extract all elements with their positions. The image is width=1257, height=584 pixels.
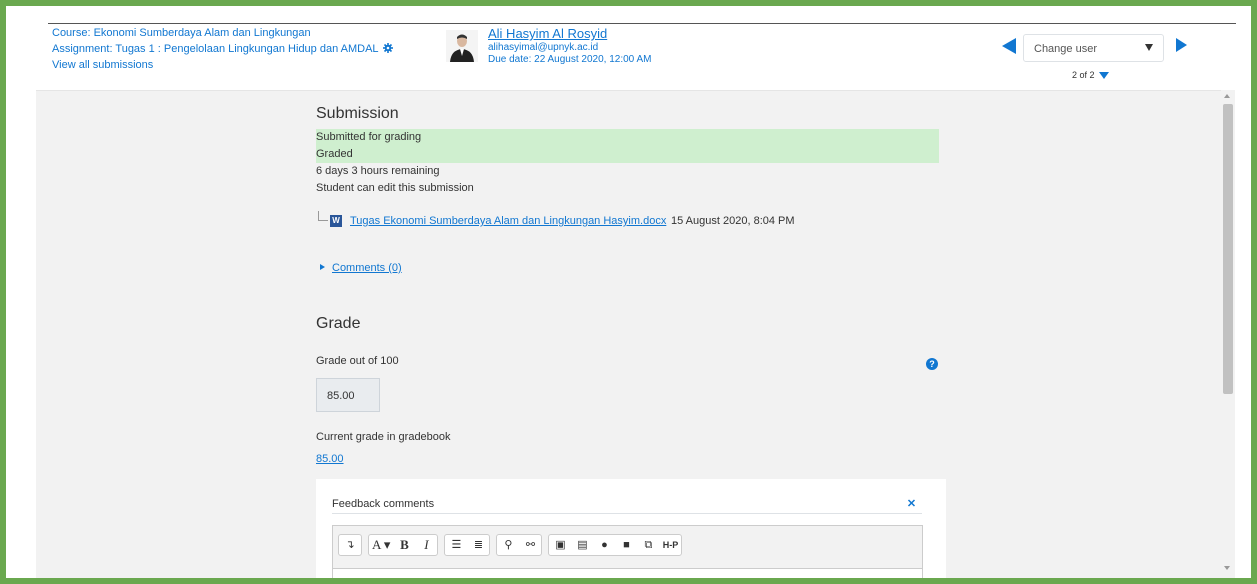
pager-count: 2 of 2 — [1072, 70, 1095, 80]
bold-button[interactable]: B — [393, 535, 415, 555]
unordered-list-icon[interactable]: ☰ — [445, 535, 467, 555]
file-link[interactable]: Tugas Ekonomi Sumberdaya Alam dan Lingku… — [350, 215, 666, 227]
feedback-editor: ↴ A ▾ B I ☰ ≣ ⚲ ⚯ ▣ ▤ ● ■ ⧉ H-P — [332, 525, 923, 578]
feedback-divider — [332, 513, 922, 514]
user-name-link[interactable]: Ali Hasyim Al Rosyid — [488, 26, 651, 42]
record-video-icon[interactable]: ■ — [615, 535, 637, 555]
file-date: 15 August 2020, 8:04 PM — [671, 215, 795, 227]
feedback-title: Feedback comments — [332, 498, 435, 510]
record-audio-icon[interactable]: ● — [593, 535, 615, 555]
font-style-label: A — [372, 537, 381, 552]
gear-icon[interactable] — [382, 43, 393, 53]
feedback-card: Feedback comments ✕ ↴ A ▾ B I ☰ ≣ ⚲ ⚯ ▣ ▤ ● ■ ⧉ H-P — [316, 479, 946, 578]
unlink-icon[interactable]: ⚯ — [519, 535, 541, 555]
change-user-label: Change user — [1034, 43, 1097, 55]
scroll-up-arrow-icon[interactable] — [1224, 94, 1230, 98]
scroll-down-arrow-icon[interactable] — [1224, 566, 1230, 570]
grade-heading: Grade — [316, 315, 361, 332]
view-all-submissions-link[interactable]: View all submissions — [52, 57, 393, 73]
avatar[interactable] — [446, 30, 478, 62]
tree-connector — [318, 211, 328, 221]
status-graded: Graded — [316, 148, 353, 160]
next-user-arrow-icon[interactable] — [1176, 38, 1187, 52]
time-remaining: 6 days 3 hours remaining — [316, 165, 440, 177]
help-icon[interactable]: ? — [926, 358, 938, 370]
scroll-thumb[interactable] — [1223, 104, 1233, 394]
assignment-link-label: Assignment: Tugas 1 : Pengelolaan Lingku… — [52, 43, 379, 55]
right-margin — [1235, 90, 1251, 578]
user-photo-icon — [446, 30, 478, 62]
change-user-select[interactable]: Change user — [1023, 34, 1164, 62]
chevron-down-icon — [1145, 44, 1153, 51]
filter-icon[interactable] — [1099, 72, 1110, 79]
user-email: alihasyimal@upnyk.ac.id — [488, 42, 599, 53]
manage-files-icon[interactable]: ⧉ — [637, 535, 659, 555]
font-style-button[interactable]: A ▾ — [369, 535, 393, 555]
collapse-toolbar-icon[interactable]: ↴ — [339, 535, 361, 555]
media-icon[interactable]: ▤ — [571, 535, 593, 555]
course-info: Course: Ekonomi Sumberdaya Alam dan Ling… — [52, 25, 393, 73]
link-icon[interactable]: ⚲ — [497, 535, 519, 555]
comments-label: Comments (0) — [332, 262, 402, 274]
caret-right-icon — [320, 264, 325, 270]
toolbar-group-collapse: ↴ — [338, 534, 362, 556]
current-grade-label: Current grade in gradebook — [316, 431, 451, 443]
edit-note: Student can edit this submission — [316, 182, 474, 194]
current-grade-link[interactable]: 85.00 — [316, 453, 344, 465]
vertical-scrollbar[interactable] — [1221, 90, 1235, 578]
pager: 2 of 2 — [1072, 70, 1110, 80]
grade-out-label: Grade out of 100 — [316, 355, 399, 367]
h5p-button[interactable]: H-P — [659, 535, 681, 555]
grade-input[interactable]: 85.00 — [316, 378, 380, 412]
page-frame: Course: Ekonomi Sumberdaya Alam dan Ling… — [6, 6, 1251, 578]
toolbar-group-links: ⚲ ⚯ — [496, 534, 543, 556]
editor-toolbar: ↴ A ▾ B I ☰ ≣ ⚲ ⚯ ▣ ▤ ● ■ ⧉ H-P — [338, 534, 688, 556]
word-document-icon: W — [330, 215, 342, 227]
due-date: Due date: 22 August 2020, 12:00 AM — [488, 54, 652, 65]
submission-heading: Submission — [316, 105, 399, 122]
assignment-link[interactable]: Assignment: Tugas 1 : Pengelolaan Lingku… — [52, 41, 393, 57]
toolbar-group-format: A ▾ B I — [368, 534, 439, 556]
grader-header: Course: Ekonomi Sumberdaya Alam dan Ling… — [6, 24, 1251, 90]
expand-icon[interactable]: ✕ — [906, 499, 917, 510]
toolbar-group-lists: ☰ ≣ — [444, 534, 491, 556]
image-icon[interactable]: ▣ — [549, 535, 571, 555]
user-text: Ali Hasyim Al Rosyid alihasyimal@upnyk.a… — [488, 26, 651, 66]
toolbar-group-media: ▣ ▤ ● ■ ⧉ H-P — [548, 534, 683, 556]
status-submitted: Submitted for grading — [316, 131, 422, 143]
grading-panel: Submission Submitted for grading Graded … — [36, 90, 1221, 578]
previous-user-arrow-icon[interactable] — [1002, 38, 1016, 54]
feedback-text-area[interactable] — [333, 568, 922, 578]
course-link[interactable]: Course: Ekonomi Sumberdaya Alam dan Ling… — [52, 25, 393, 41]
comments-toggle[interactable]: Comments (0) — [320, 262, 402, 274]
italic-button[interactable]: I — [415, 535, 437, 555]
ordered-list-icon[interactable]: ≣ — [467, 535, 489, 555]
user-navigation: Change user 2 of 2 — [1002, 34, 1187, 84]
